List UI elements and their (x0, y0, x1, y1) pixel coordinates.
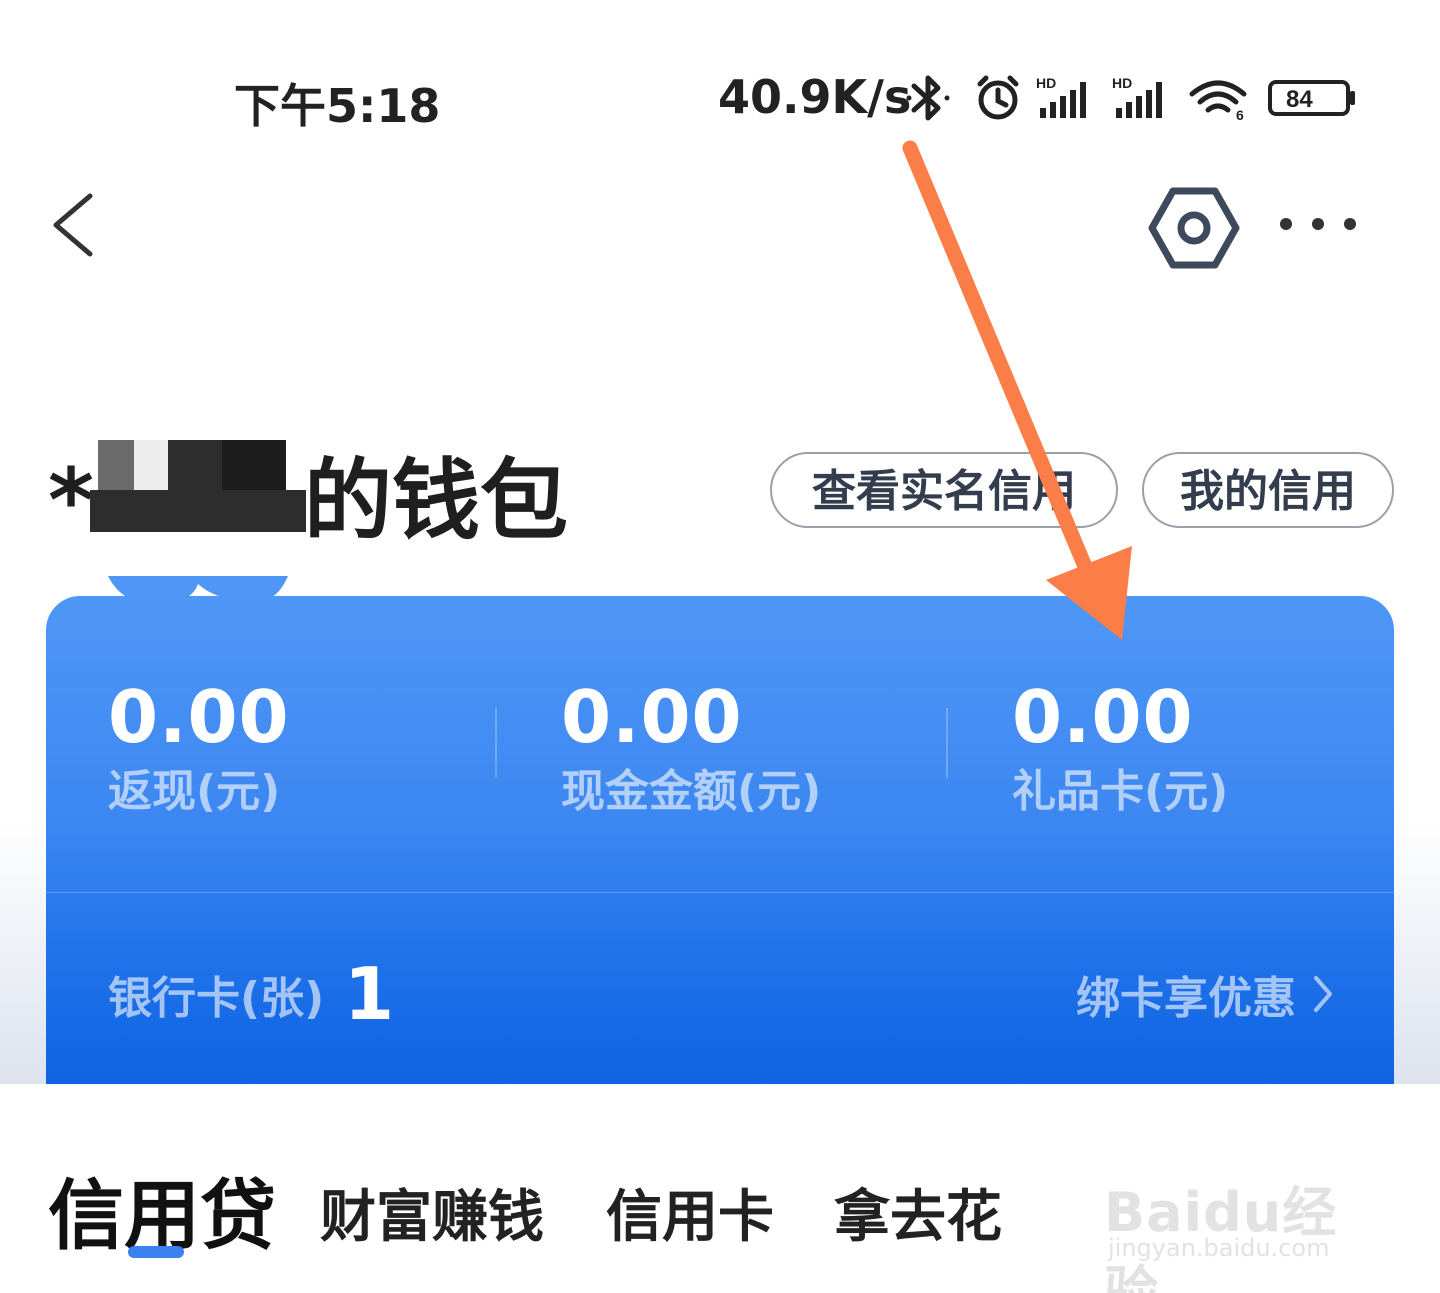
tab-credit-card[interactable]: 信用卡 (606, 1172, 774, 1253)
bind-card-label: 绑卡享优惠 (1076, 973, 1296, 1024)
watermark-brand: Baidu经验 (1104, 1181, 1338, 1293)
status-time: 下午5:18 (234, 79, 441, 133)
signal-icon: HD HD (1036, 75, 1162, 118)
cashback-stat[interactable]: 0.00 返现(元) (108, 674, 290, 820)
bluetooth-icon (906, 75, 950, 121)
wallet-card: 0.00 返现(元) 0.00 现金金额(元) 0.00 礼品卡(元) 银行卡(… (46, 596, 1394, 1084)
svg-text:HD: HD (1036, 75, 1056, 91)
giftcard-label: 礼品卡(元) (1012, 766, 1229, 817)
wifi-icon: 6 (1189, 80, 1247, 122)
bind-card-link[interactable]: 绑卡享优惠 (1076, 962, 1334, 1026)
stat-divider (495, 708, 497, 778)
bank-card-count[interactable]: 1 (344, 952, 394, 1036)
tab-wealth[interactable]: 财富赚钱 (320, 1172, 544, 1253)
cashback-label: 返现(元) (108, 766, 281, 817)
my-credit-button[interactable]: 我的信用 (1142, 452, 1394, 528)
battery-icon: 84 (1268, 80, 1355, 116)
stat-divider (946, 708, 948, 778)
back-icon[interactable] (44, 190, 104, 260)
baidu-watermark: Baidu经验 jingyan.baidu.com (1104, 1140, 1374, 1293)
redacted-name-mask (66, 440, 306, 532)
active-tab-indicator (128, 1246, 184, 1258)
status-icons: HD HD 6 84 (906, 75, 1355, 122)
bank-card-label[interactable]: 银行卡(张) (108, 962, 324, 1026)
svg-text:HD: HD (1112, 75, 1132, 91)
giftcard-stat[interactable]: 0.00 礼品卡(元) (1012, 674, 1228, 820)
battery-level: 84 (1286, 86, 1313, 113)
tab-spend-now[interactable]: 拿去花 (834, 1172, 1002, 1253)
settings-icon[interactable] (1148, 186, 1240, 270)
chevron-right-icon (1314, 976, 1332, 1012)
card-divider (46, 892, 1394, 893)
view-realname-credit-button[interactable]: 查看实名信用 (770, 452, 1118, 528)
cash-stat[interactable]: 0.00 现金金额(元) (561, 674, 821, 820)
more-icon[interactable] (1276, 206, 1360, 242)
wallet-page: 下午5:18 40.9K/s HD HD 6 84 * 的钱包 查看实名信用 我… (0, 0, 1440, 1293)
cash-label: 现金金额(元) (561, 766, 822, 817)
alarm-icon (977, 75, 1019, 120)
svg-text:6: 6 (1236, 107, 1244, 122)
title-suffix: 的钱包 (304, 449, 569, 552)
giftcard-value: 0.00 (1012, 675, 1194, 759)
cash-value: 0.00 (561, 675, 743, 759)
watermark-url: jingyan.baidu.com (1108, 1234, 1330, 1262)
network-speed: 40.9K/s (718, 70, 912, 124)
cashback-value: 0.00 (108, 675, 290, 759)
